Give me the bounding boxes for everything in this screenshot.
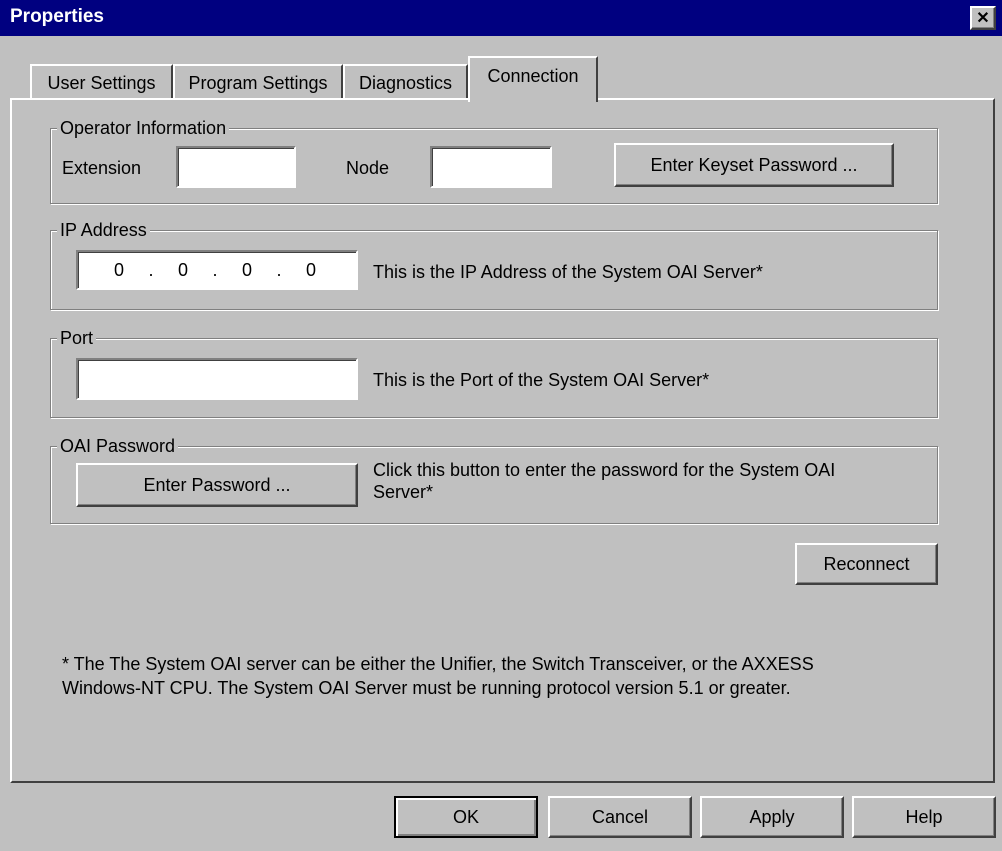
node-label: Node [346, 158, 390, 178]
apply-button[interactable]: Apply [700, 796, 844, 838]
tab-connection[interactable]: Connection [468, 56, 598, 102]
reconnect-button[interactable]: Reconnect [795, 543, 938, 585]
port-description: This is the Port of the System OAI Serve… [373, 370, 710, 390]
window-title: Properties [10, 6, 104, 27]
close-icon: ✕ [976, 10, 990, 27]
ip-address-field[interactable]: 0 . 0 . 0 . 0 [76, 250, 358, 290]
port-field[interactable] [76, 358, 358, 400]
enter-keyset-password-button[interactable]: Enter Keyset Password ... [614, 143, 894, 187]
ip-octet-2: 0 [177, 259, 188, 280]
node-field[interactable] [430, 146, 552, 188]
ip-address-description: This is the IP Address of the System OAI… [373, 262, 763, 282]
oai-password-description-line2: Server* [373, 482, 434, 502]
footnote-line1: * The The System OAI server can be eithe… [62, 654, 814, 674]
help-button[interactable]: Help [852, 796, 996, 838]
title-bar: Properties ✕ [0, 0, 1002, 36]
tab-program-settings[interactable]: Program Settings [173, 64, 343, 100]
operator-information-legend: Operator Information [57, 117, 230, 139]
ip-address-legend: IP Address [57, 219, 150, 241]
ip-octet-1: 0 [113, 259, 124, 280]
tab-diagnostics[interactable]: Diagnostics [343, 64, 468, 100]
oai-password-legend: OAI Password [57, 435, 179, 457]
tab-user-settings[interactable]: User Settings [30, 64, 173, 100]
ip-octet-4: 0 [305, 259, 316, 280]
oai-password-description-line1: Click this button to enter the password … [373, 460, 836, 480]
ip-dot: . [212, 259, 218, 280]
ip-octet-3: 0 [241, 259, 252, 280]
footnote: * The The System OAI server can be eithe… [62, 652, 962, 700]
port-legend: Port [57, 327, 97, 349]
ip-dot: . [276, 259, 282, 280]
enter-password-button[interactable]: Enter Password ... [76, 463, 358, 507]
ip-dot: . [148, 259, 154, 280]
close-button[interactable]: ✕ [970, 6, 996, 30]
cancel-button[interactable]: Cancel [548, 796, 692, 838]
extension-field[interactable] [176, 146, 296, 188]
ok-button[interactable]: OK [394, 796, 538, 838]
footnote-line2: Windows-NT CPU. The System OAI Server mu… [62, 678, 791, 698]
extension-label: Extension [62, 158, 142, 178]
